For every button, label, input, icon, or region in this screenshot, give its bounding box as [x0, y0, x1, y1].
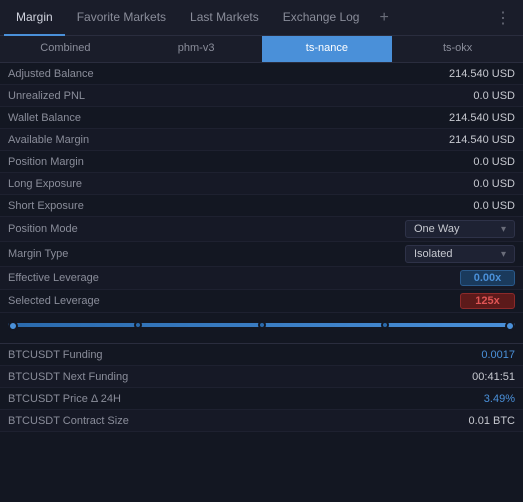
btcusdt-funding-value: 0.0017: [435, 349, 515, 361]
margin-type-value: Isolated ▾: [355, 245, 515, 263]
adjusted-balance-label: Adjusted Balance: [8, 68, 355, 80]
slider-dot-2: [258, 321, 266, 329]
position-margin-value: 0.0 USD: [355, 156, 515, 168]
position-mode-selected: One Way: [414, 223, 459, 235]
subtab-ts-nance[interactable]: ts-nance: [262, 36, 393, 62]
btcusdt-next-funding-label: BTCUSDT Next Funding: [8, 371, 435, 383]
funding-section: BTCUSDT Funding 0.0017 BTCUSDT Next Fund…: [0, 343, 523, 432]
btcusdt-funding-label: BTCUSDT Funding: [8, 349, 435, 361]
wallet-balance-value: 214.540 USD: [355, 112, 515, 124]
list-item: BTCUSDT Contract Size 0.01 BTC: [0, 410, 523, 432]
table-row: Short Exposure 0.0 USD: [0, 195, 523, 217]
top-navigation: Margin Favorite Markets Last Markets Exc…: [0, 0, 523, 36]
slider-handle-end[interactable]: [505, 321, 515, 331]
table-row: Position Margin 0.0 USD: [0, 151, 523, 173]
available-margin-label: Available Margin: [8, 134, 355, 146]
slider-dot-3: [381, 321, 389, 329]
table-row: Wallet Balance 214.540 USD: [0, 107, 523, 129]
add-tab-button[interactable]: +: [371, 9, 396, 27]
slider-dots: [8, 321, 515, 331]
position-mode-dropdown[interactable]: One Way ▾: [405, 220, 515, 238]
position-mode-value: One Way ▾: [355, 220, 515, 238]
tab-exchange-log[interactable]: Exchange Log: [271, 0, 372, 36]
position-mode-row: Position Mode One Way ▾: [0, 217, 523, 242]
leverage-slider-row: [0, 313, 523, 343]
subtab-phm-v3[interactable]: phm-v3: [131, 36, 262, 62]
wallet-balance-label: Wallet Balance: [8, 112, 355, 124]
margin-type-label: Margin Type: [8, 248, 355, 260]
tab-last-markets[interactable]: Last Markets: [178, 0, 271, 36]
subtab-combined[interactable]: Combined: [0, 36, 131, 62]
selected-leverage-label: Selected Leverage: [8, 295, 355, 307]
table-row: Adjusted Balance 214.540 USD: [0, 63, 523, 85]
effective-leverage-badge: 0.00x: [460, 270, 515, 286]
long-exposure-value: 0.0 USD: [355, 178, 515, 190]
slider-dot-1: [134, 321, 142, 329]
table-row: Unrealized PNL 0.0 USD: [0, 85, 523, 107]
effective-leverage-value: 0.00x: [355, 270, 515, 286]
table-row: Long Exposure 0.0 USD: [0, 173, 523, 195]
short-exposure-label: Short Exposure: [8, 200, 355, 212]
effective-leverage-label: Effective Leverage: [8, 272, 355, 284]
table-row: Available Margin 214.540 USD: [0, 129, 523, 151]
long-exposure-label: Long Exposure: [8, 178, 355, 190]
sub-tab-bar: Combined phm-v3 ts-nance ts-okx: [0, 36, 523, 63]
margin-type-selected: Isolated: [414, 248, 453, 260]
selected-leverage-badge: 125x: [460, 293, 515, 309]
chevron-down-icon: ▾: [501, 224, 506, 235]
selected-leverage-value: 125x: [355, 293, 515, 309]
btcusdt-contract-size-label: BTCUSDT Contract Size: [8, 415, 435, 427]
btcusdt-contract-size-value: 0.01 BTC: [435, 415, 515, 427]
balance-data-section: Adjusted Balance 214.540 USD Unrealized …: [0, 63, 523, 313]
margin-type-row: Margin Type Isolated ▾: [0, 242, 523, 267]
position-margin-label: Position Margin: [8, 156, 355, 168]
chevron-down-icon: ▾: [501, 249, 506, 260]
btcusdt-price-24h-value: 3.49%: [435, 393, 515, 405]
selected-leverage-row: Selected Leverage 125x: [0, 290, 523, 313]
btcusdt-price-24h-label: BTCUSDT Price Δ 24H: [8, 393, 435, 405]
available-margin-value: 214.540 USD: [355, 134, 515, 146]
list-item: BTCUSDT Funding 0.0017: [0, 344, 523, 366]
tab-margin[interactable]: Margin: [4, 0, 65, 36]
btcusdt-next-funding-value: 00:41:51: [435, 371, 515, 383]
unrealized-pnl-label: Unrealized PNL: [8, 90, 355, 102]
subtab-ts-okx[interactable]: ts-okx: [392, 36, 523, 62]
more-options-icon[interactable]: ⋮: [487, 8, 519, 28]
slider-handle[interactable]: [8, 321, 18, 331]
tab-favorite-markets[interactable]: Favorite Markets: [65, 0, 178, 36]
effective-leverage-row: Effective Leverage 0.00x: [0, 267, 523, 290]
margin-type-dropdown[interactable]: Isolated ▾: [405, 245, 515, 263]
short-exposure-value: 0.0 USD: [355, 200, 515, 212]
unrealized-pnl-value: 0.0 USD: [355, 90, 515, 102]
adjusted-balance-value: 214.540 USD: [355, 68, 515, 80]
position-mode-label: Position Mode: [8, 223, 355, 235]
list-item: BTCUSDT Next Funding 00:41:51: [0, 366, 523, 388]
list-item: BTCUSDT Price Δ 24H 3.49%: [0, 388, 523, 410]
